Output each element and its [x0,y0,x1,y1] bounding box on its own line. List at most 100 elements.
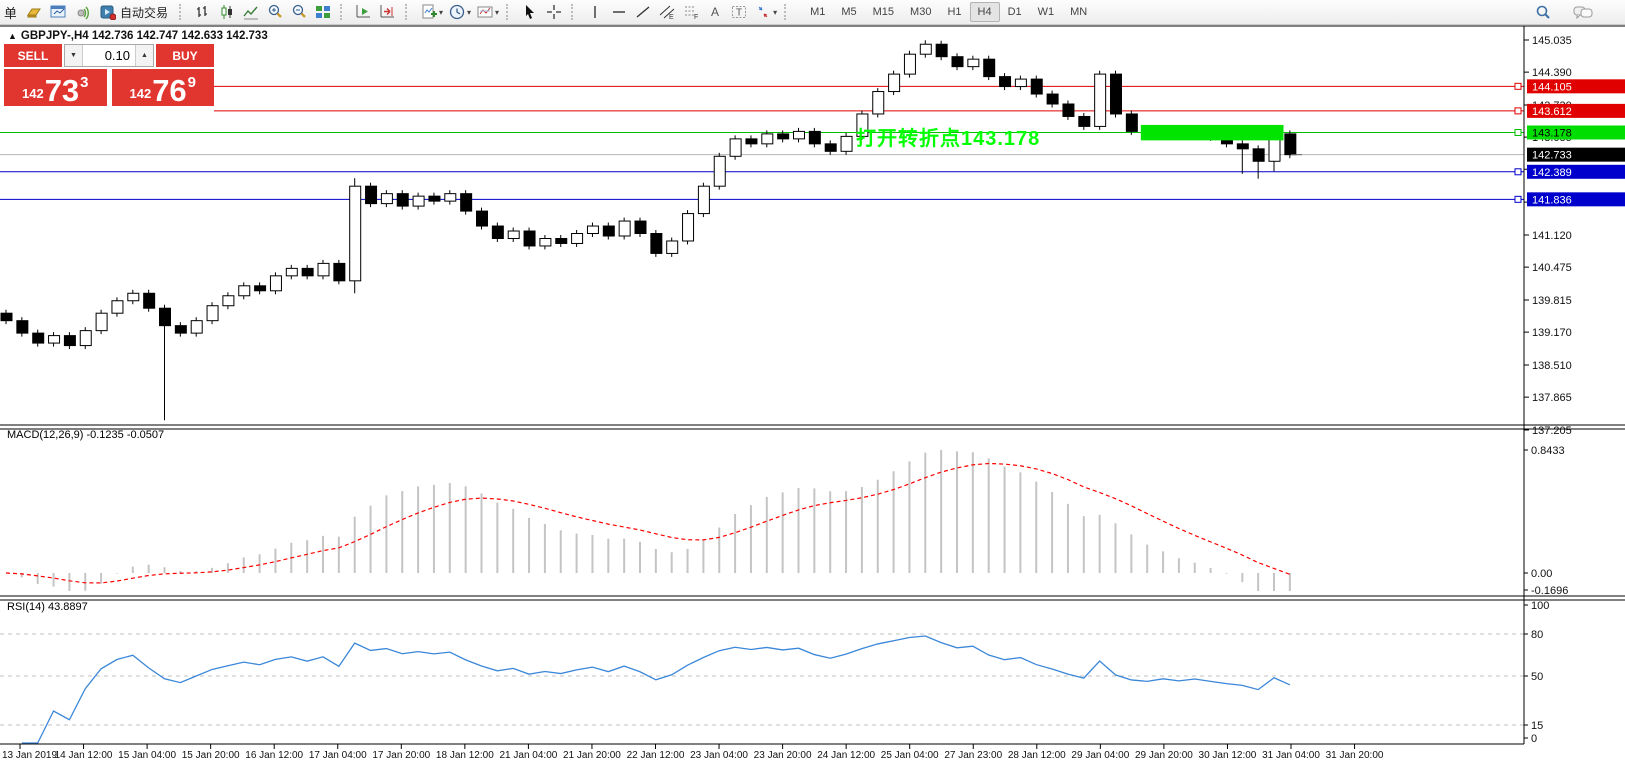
candlestick [1111,74,1122,114]
candlestick [144,293,155,308]
time-axis-label: 31 Jan 20:00 [1326,750,1384,761]
price-axis-label: 139.815 [1532,295,1572,307]
sell-price-button[interactable]: 142733 [4,69,107,106]
one-click-trading-panel: SELL ▼ 0.10 ▲ BUY 142733 142769 [4,44,214,106]
candlestick [508,231,519,238]
candlestick [1000,77,1011,87]
time-axis-label: 31 Jan 04:00 [1262,750,1320,761]
candlestick [366,186,377,203]
candlestick [762,134,773,144]
candlestick [477,211,488,226]
time-axis-label: 22 Jan 12:00 [627,750,685,761]
candlestick [1,313,12,320]
time-axis-label: 23 Jan 04:00 [690,750,748,761]
time-axis-label: 30 Jan 12:00 [1199,750,1257,761]
rsi-axis-label: 15 [1531,720,1543,732]
rsi-axis-label: 100 [1531,600,1549,612]
candlestick [587,226,598,233]
candlestick [873,92,884,114]
candlestick [445,194,456,201]
candlestick [1063,104,1074,116]
candlestick [207,306,218,321]
candlestick [841,136,852,151]
candlestick [270,276,281,291]
candlestick [128,293,139,300]
rsi-line [22,636,1290,743]
time-axis-label: 21 Jan 20:00 [563,750,621,761]
candlestick [223,296,234,306]
candlestick [1285,134,1296,155]
volume-stepper: ▼ 0.10 ▲ [64,44,154,67]
candlestick [17,321,28,333]
line-anchor [1515,129,1521,135]
price-axis-label: 137.865 [1532,392,1572,404]
price-axis-label: 145.035 [1532,35,1572,47]
price-badge-label: 143.612 [1532,106,1572,118]
mt4-terminal-window: 单 自动交易 [0,0,1625,767]
candlestick [889,74,900,91]
price-axis-label: 140.475 [1532,262,1572,274]
time-axis-label: 28 Jan 12:00 [1008,750,1066,761]
candlestick [809,131,820,143]
line-anchor [1515,196,1521,202]
buy-price-button[interactable]: 142769 [112,69,215,106]
candlestick [984,59,995,76]
candlestick [1079,116,1090,126]
symbol-header: ▲ GBPJPY-,H4 142.736 142.747 142.633 142.… [8,30,268,42]
candlestick [603,226,614,236]
candlestick [175,326,186,333]
candlestick [683,214,694,241]
chart-annotation-text: 打开转折点143.178 [856,122,1040,151]
collapse-icon[interactable]: ▲ [8,31,17,41]
candlestick [1126,114,1137,131]
candlestick [286,268,297,275]
candlestick [302,268,313,275]
buy-price-sup: 9 [188,74,196,91]
candlestick [255,286,266,291]
candlestick [635,221,646,233]
rsi-axis-label: 80 [1531,629,1543,641]
price-axis-label: 138.510 [1532,360,1572,372]
candlestick [1253,149,1264,161]
time-axis-label: 16 Jan 12:00 [245,750,303,761]
candlestick [49,336,60,343]
line-anchor [1515,108,1521,114]
candlestick [698,186,709,213]
line-anchor [1515,169,1521,175]
candlestick [381,194,392,204]
buy-price-big: 76 [152,77,186,106]
time-axis-label: 14 Jan 12:00 [55,750,113,761]
highlight-rectangle[interactable] [1141,125,1284,140]
symbol-ohlc-text: GBPJPY-,H4 142.736 142.747 142.633 142.7… [21,30,268,42]
time-axis-label: 21 Jan 04:00 [499,750,557,761]
candlestick [160,308,171,325]
candlestick [794,131,805,138]
macd-axis-label: 0.00 [1531,568,1552,580]
candlestick [429,196,440,201]
candlestick [64,336,75,346]
candlestick [778,134,789,139]
candlestick [239,286,250,296]
time-axis-label: 23 Jan 20:00 [754,750,812,761]
price-axis-label: 139.170 [1532,327,1572,339]
volume-input[interactable]: 0.10 [83,45,135,66]
rsi-label: RSI(14) 43.8897 [7,601,88,613]
volume-increase-button[interactable]: ▲ [135,45,153,66]
sell-button[interactable]: SELL [4,44,62,67]
time-axis-label: 17 Jan 20:00 [372,750,430,761]
candlestick [920,44,931,54]
candlestick [492,226,503,238]
time-axis-label: 18 Jan 12:00 [436,750,494,761]
candlestick [397,194,408,206]
candlestick [825,144,836,151]
candlestick [619,221,630,236]
volume-decrease-button[interactable]: ▼ [65,45,83,66]
candlestick [730,139,741,156]
time-axis-label: 29 Jan 04:00 [1071,750,1129,761]
chart-canvas[interactable]: 145.035144.390143.730143.085142.440141.7… [0,0,1625,767]
candlestick [746,139,757,144]
price-badge-label: 141.836 [1532,194,1572,206]
buy-button[interactable]: BUY [156,44,214,67]
candlestick [540,238,551,245]
candlestick [112,301,123,313]
